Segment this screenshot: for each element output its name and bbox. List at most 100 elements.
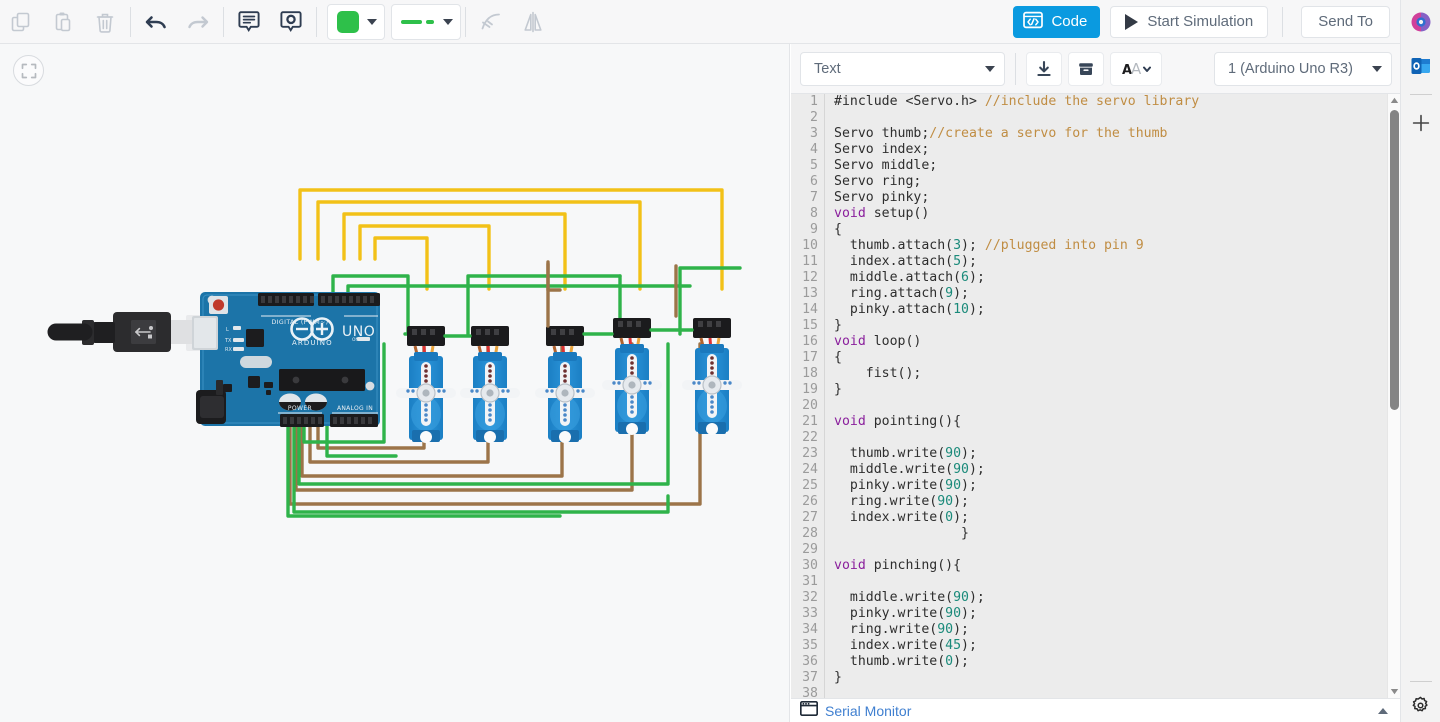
code-line: 4 Servo index;	[791, 142, 1387, 158]
editor-scrollbar[interactable]	[1387, 94, 1400, 698]
code-line-content: #include <Servo.h> //include the servo l…	[834, 94, 1200, 109]
code-line: 37}	[791, 670, 1387, 686]
line-number: 31	[802, 574, 818, 589]
board-selector[interactable]: 1 (Arduino Uno R3)	[1214, 51, 1392, 86]
code-line-content	[825, 110, 834, 126]
play-icon	[1125, 13, 1139, 30]
code-line-content: ring.write(90);	[834, 494, 969, 509]
scroll-down-icon[interactable]	[1388, 685, 1400, 698]
serial-monitor-bar[interactable]: Serial Monitor	[791, 698, 1400, 722]
servo-motor[interactable]	[535, 326, 595, 443]
outlook-icon[interactable]	[1401, 44, 1440, 88]
inspect-icon[interactable]	[270, 3, 312, 41]
signal-wires	[298, 188, 724, 291]
code-line: 35 index.write(45);	[791, 638, 1387, 654]
line-number: 7	[810, 190, 818, 205]
code-line-content: Servo ring;	[834, 174, 922, 189]
line-number: 12	[802, 270, 818, 285]
code-line: 9{	[791, 222, 1387, 238]
wire-style-preview	[401, 11, 435, 33]
code-text-area[interactable]: 1 #include <Servo.h> //include the servo …	[791, 94, 1387, 698]
redo-icon[interactable]	[177, 3, 219, 41]
fit-to-view-button[interactable]	[13, 55, 44, 86]
fullscreen-icon	[21, 63, 36, 78]
serial-monitor-label[interactable]: Serial Monitor	[825, 703, 911, 719]
code-line: 12 middle.attach(6);	[791, 270, 1387, 286]
line-number: 24	[802, 462, 818, 477]
send-to-button[interactable]: Send To	[1301, 5, 1390, 38]
code-line: 10 thumb.attach(3); //plugged into pin 9	[791, 238, 1387, 254]
code-line-content: {	[834, 350, 842, 365]
line-number: 5	[810, 158, 818, 173]
toolbar-divider-1	[130, 6, 131, 37]
arduino-uno-board[interactable]: DIGITAL (PWM~) ARDUINO UNO L TX RX ON PO…	[192, 292, 380, 427]
code-line: 3 Servo thumb;//create a servo for the th…	[791, 126, 1387, 142]
wire-color-picker[interactable]	[327, 3, 385, 40]
send-to-label: Send To	[1318, 13, 1373, 30]
code-line-content: pinky.write(90);	[834, 478, 977, 493]
undo-icon[interactable]	[135, 3, 177, 41]
line-number: 22	[802, 430, 818, 445]
line-number: 13	[802, 286, 818, 301]
code-editor[interactable]: 1 #include <Servo.h> //include the servo …	[791, 94, 1400, 698]
code-line-content: index.attach(5);	[834, 254, 977, 269]
scrollbar-thumb[interactable]	[1390, 110, 1399, 410]
rail-divider-bottom	[1409, 681, 1432, 682]
svg-text:ON: ON	[352, 337, 359, 343]
font-size-icon[interactable]: A A	[1110, 51, 1162, 86]
servo-horn	[602, 354, 662, 418]
library-icon[interactable]	[1068, 51, 1104, 86]
servo-motor[interactable]	[396, 326, 456, 443]
download-icon[interactable]	[1026, 51, 1062, 86]
chevron-down-icon	[367, 18, 377, 25]
line-number: 6	[810, 174, 818, 189]
wire-type-picker[interactable]	[391, 3, 461, 40]
code-line-content: thumb.write(0);	[834, 654, 969, 669]
circuit-canvas[interactable]: DIGITAL (PWM~) ARDUINO UNO L TX RX ON PO…	[0, 44, 790, 722]
toolbar-divider-2	[223, 6, 224, 37]
code-button[interactable]: Code	[1013, 5, 1101, 38]
microsoft365-icon[interactable]	[1401, 0, 1440, 44]
code-line: 8 void setup()	[791, 206, 1387, 222]
chevron-up-icon[interactable]	[1378, 707, 1388, 714]
settings-gear-icon[interactable]	[1401, 688, 1440, 722]
flip-icon[interactable]	[512, 3, 554, 41]
toolbar-note-group	[228, 0, 312, 44]
code-line: 11 index.attach(5);	[791, 254, 1387, 270]
code-line-content: void loop()	[834, 334, 922, 349]
code-line: 6 Servo ring;	[791, 174, 1387, 190]
line-number: 28	[802, 526, 818, 541]
line-number: 3	[810, 126, 818, 141]
code-line: 17 {	[791, 350, 1387, 366]
code-line: 23 thumb.write(90);	[791, 446, 1387, 462]
line-number: 8	[810, 206, 818, 221]
chevron-down-icon	[443, 18, 453, 25]
rail-divider	[1409, 94, 1432, 95]
paste-icon[interactable]	[42, 3, 84, 41]
serial-monitor-icon	[799, 700, 819, 721]
bend-wire-icon[interactable]	[470, 3, 512, 41]
add-icon[interactable]	[1401, 101, 1440, 145]
code-line-content: Servo index;	[834, 142, 930, 157]
line-number: 14	[802, 302, 818, 317]
code-line-content: {	[834, 222, 842, 237]
code-line-content	[825, 430, 834, 446]
start-simulation-button[interactable]: Start Simulation	[1110, 5, 1269, 38]
code-line-content: Servo thumb;//create a servo for the thu…	[834, 126, 1168, 141]
line-number: 30	[802, 558, 818, 573]
line-number: 36	[802, 654, 818, 669]
toolbar-actions: Code Start Simulation Send To	[1013, 5, 1400, 38]
code-line-content: pinky.attach(10);	[834, 302, 985, 317]
browser-side-rail	[1400, 0, 1440, 722]
annotation-icon[interactable]	[228, 3, 270, 41]
delete-icon[interactable]	[84, 3, 126, 41]
line-number: 34	[802, 622, 818, 637]
servo-motor[interactable]	[682, 318, 742, 435]
scroll-up-icon[interactable]	[1388, 94, 1400, 107]
copy-icon[interactable]	[0, 3, 42, 41]
servo-motor[interactable]	[460, 326, 520, 443]
ground-wires-front	[546, 260, 678, 328]
code-line: 22	[791, 430, 1387, 446]
editor-mode-select[interactable]: Text	[800, 51, 1005, 86]
code-panel: Text A A 1 (Arduino Uno R3) 1 #include <…	[791, 44, 1400, 722]
